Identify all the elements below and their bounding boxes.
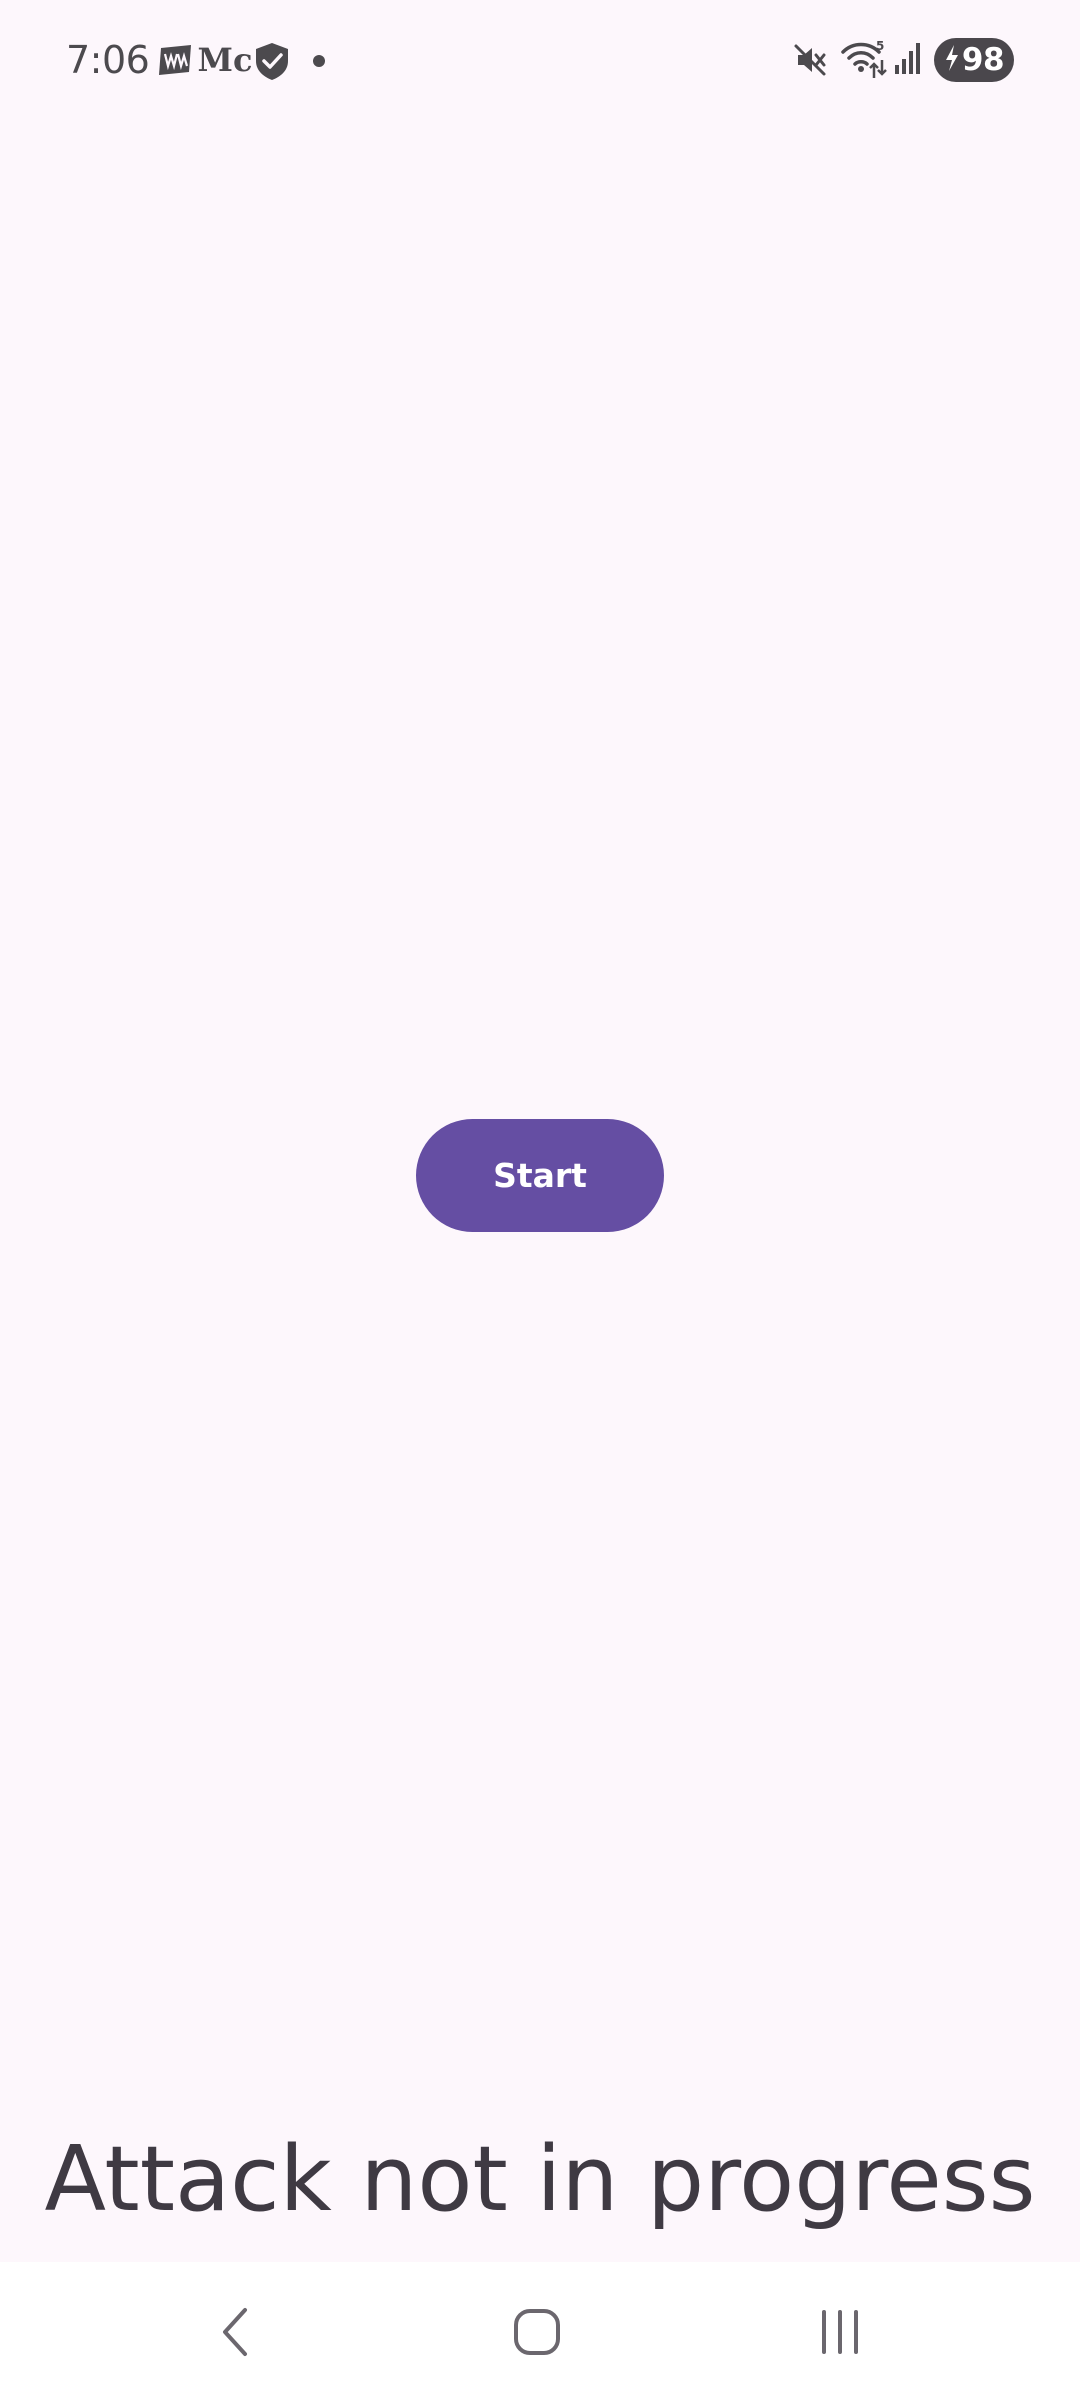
news-app-icon	[158, 42, 194, 78]
signal-icon	[893, 40, 923, 76]
notification-dot-icon	[312, 54, 326, 68]
wifi-icon: 5	[840, 38, 888, 80]
svg-text:5: 5	[876, 39, 884, 53]
navigation-bar	[0, 2262, 1080, 2400]
medium-app-icon: Mc	[197, 41, 253, 79]
recents-icon[interactable]	[790, 2282, 890, 2382]
attack-status-text: Attack not in progress	[44, 2127, 1036, 2232]
home-icon[interactable]	[487, 2282, 587, 2382]
charging-bolt-icon	[944, 44, 960, 76]
status-time: 7:06	[66, 38, 150, 82]
shield-check-icon	[252, 40, 292, 82]
mute-icon	[790, 40, 830, 80]
back-icon[interactable]	[185, 2282, 285, 2382]
battery-level: 98	[961, 42, 1005, 78]
battery-indicator: 98	[934, 38, 1014, 82]
status-bar: 7:06 Mc 5 98	[0, 0, 1080, 120]
start-button[interactable]: Start	[416, 1119, 664, 1232]
